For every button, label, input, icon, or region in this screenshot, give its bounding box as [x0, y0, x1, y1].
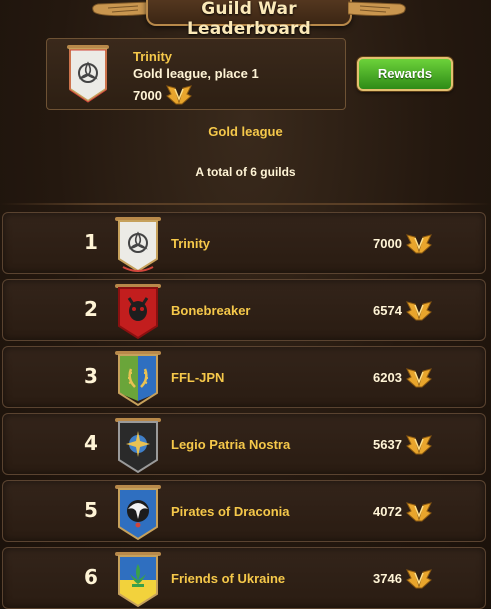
- row-guild-score: 6574: [373, 303, 402, 318]
- row-place: 2: [84, 297, 98, 321]
- leaderboard-row[interactable]: 6 Friends of Ukraine 3746: [2, 547, 486, 609]
- row-guild-name: Pirates of Draconia: [171, 504, 290, 519]
- league-label: Gold league: [208, 124, 283, 139]
- skull-emblem-icon: [115, 284, 161, 340]
- leaderboard-row[interactable]: 4 Legio Patria Nostra 5637: [2, 413, 486, 475]
- row-guild-score: 4072: [373, 504, 402, 519]
- row-place: 6: [84, 565, 98, 589]
- triquetra-emblem-icon: [115, 217, 161, 273]
- wings-trophy-icon: [406, 502, 432, 522]
- row-guild-name: Bonebreaker: [171, 303, 251, 318]
- row-place: 4: [84, 431, 98, 455]
- leaderboard-row[interactable]: 2 Bonebreaker 6574: [2, 279, 486, 341]
- wings-trophy-icon: [406, 435, 432, 455]
- triquetra-emblem-icon: [67, 45, 109, 103]
- wings-trophy-icon: [406, 368, 432, 388]
- row-place: 3: [84, 364, 98, 388]
- my-guild-league-place: Gold league, place 1: [133, 66, 259, 81]
- leaderboard-row[interactable]: 5 Pirates of Draconia 4072: [2, 480, 486, 542]
- star-emblem-icon: [115, 418, 161, 474]
- row-guild-score: 6203: [373, 370, 402, 385]
- row-guild-name: Friends of Ukraine: [171, 571, 286, 586]
- divider: [0, 203, 491, 205]
- row-guild-name: Legio Patria Nostra: [171, 437, 291, 452]
- row-guild-score: 3746: [373, 571, 402, 586]
- total-guilds-label: A total of 6 guilds: [195, 165, 296, 179]
- my-guild-card: Trinity Gold league, place 1 7000: [46, 38, 346, 110]
- row-place: 1: [84, 230, 98, 254]
- leaderboard-row[interactable]: 3 FFL-JPN 6203: [2, 346, 486, 408]
- eagle-emblem-icon: [115, 485, 161, 541]
- my-guild-score: 7000: [133, 88, 162, 103]
- fleur-emblem-icon: [115, 552, 161, 608]
- my-guild-name: Trinity: [133, 49, 173, 64]
- row-guild-score: 5637: [373, 437, 402, 452]
- leaderboard-row[interactable]: 1 Trinity 7000: [2, 212, 486, 274]
- wings-trophy-icon: [406, 569, 432, 589]
- row-guild-name: FFL-JPN: [171, 370, 225, 385]
- wings-trophy-icon: [406, 234, 432, 254]
- row-guild-score: 7000: [373, 236, 402, 251]
- row-place: 5: [84, 498, 98, 522]
- wings-trophy-icon: [406, 301, 432, 321]
- page-title: Guild War Leaderboard: [187, 0, 311, 39]
- title-bar: Guild War Leaderboard: [0, 0, 491, 39]
- row-guild-name: Trinity: [171, 236, 211, 251]
- wings-trophy-icon: [166, 85, 192, 105]
- left-wing-ornament: [92, 1, 150, 17]
- rewards-button[interactable]: Rewards: [357, 57, 453, 91]
- title-plate: Guild War Leaderboard: [146, 0, 352, 39]
- laurel-emblem-icon: [115, 351, 161, 407]
- right-wing-ornament: [348, 1, 406, 17]
